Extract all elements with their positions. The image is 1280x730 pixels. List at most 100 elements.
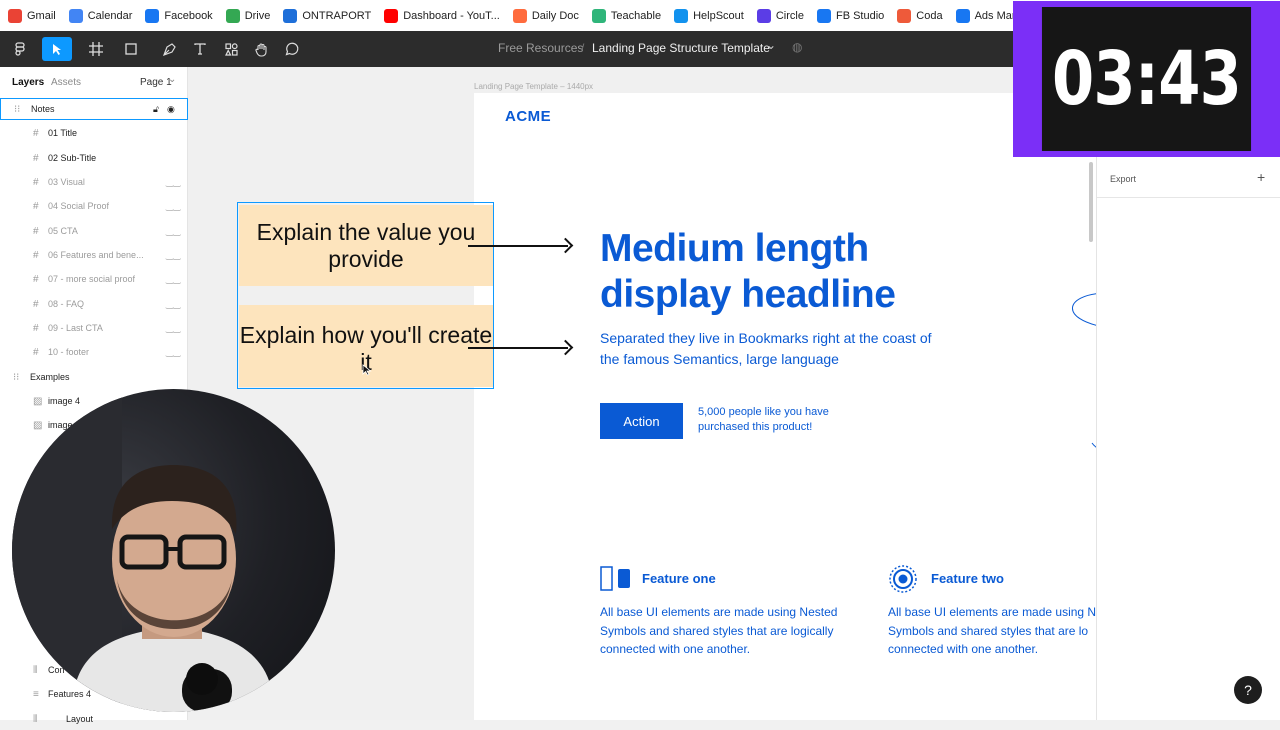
bookmark-label: Facebook [164,9,213,22]
help-button[interactable]: ? [1234,676,1262,704]
drive-icon [225,8,240,23]
design-panel: Export + [1089,67,1280,720]
frame-icon: # [33,273,39,285]
layer-row[interactable]: #05 CTA ‿‿ [0,220,188,242]
layer-label: 01 Title [48,128,78,138]
layer-row[interactable]: ⁝⁝ Examples [0,366,188,388]
pen-icon [162,42,176,56]
layer-row[interactable]: #01 Title [0,122,188,144]
hidden-eye-icon[interactable]: ‿‿ [166,177,180,188]
bookmark-2[interactable]: Facebook [145,8,213,23]
resources-tool-button[interactable] [220,37,242,61]
main-menu-button[interactable] [6,37,34,61]
frame-icon: # [33,322,39,334]
group-icon: ⁝⁝ [14,103,21,115]
layer-row[interactable]: #10 - footer ‿‿ [0,341,188,363]
bookmark-8[interactable]: HelpScout [674,8,744,23]
bookmark-1[interactable]: Calendar [68,8,132,23]
bookmark-9[interactable]: Circle [756,8,804,23]
frame-icon [89,42,103,56]
layer-row[interactable]: #04 Social Proof ‿‿ [0,195,188,217]
bookmark-10[interactable]: FB Studio [816,8,885,23]
hand-icon [254,42,267,57]
action-button[interactable]: Action [600,403,683,439]
move-tool-button[interactable] [42,37,72,61]
comment-tool-button[interactable] [280,37,302,61]
unlock-icon[interactable]: 🔓︎ [153,104,159,115]
bookmark-7[interactable]: Teachable [591,8,662,23]
frame-tool-button[interactable] [82,37,110,61]
layer-label: Layout [66,714,94,724]
layer-row[interactable]: ⁝⁝ Notes 🔓︎ ◉ [0,98,188,120]
hidden-eye-icon[interactable]: ‿‿ [166,323,180,334]
layer-label: 09 - Last CTA [48,323,103,333]
layer-label: image 4 [48,396,81,406]
bookmark-label: FB Studio [835,9,885,22]
bookmark-0[interactable]: Gmail [8,8,56,23]
layer-row[interactable]: #02 Sub-Title [0,147,188,169]
breadcrumb-separator: / [581,41,585,55]
figma-logo-icon [15,42,25,56]
bookmark-11[interactable]: Coda [897,8,943,23]
coda-icon [897,8,912,23]
tab-layers[interactable]: Layers [12,77,44,88]
acme-logo: ACME [505,108,552,125]
bookmark-4[interactable]: ONTRAPORT [283,8,371,23]
hidden-eye-icon[interactable]: ‿‿ [166,299,180,310]
pen-tool-button[interactable] [154,37,184,61]
bookmark-6[interactable]: Daily Doc [512,8,579,23]
shape-tool-button[interactable] [116,37,146,61]
hidden-eye-icon[interactable]: ‿‿ [166,226,180,237]
chevron-down-icon[interactable]: ⌄ [766,38,776,52]
hand-tool-button[interactable] [250,37,272,61]
rectangle-icon [125,43,137,55]
layer-row[interactable]: #06 Features and bene... ‿‿ [0,244,188,266]
frame-icon: # [33,152,39,164]
comment-icon [285,42,298,55]
resources-icon [224,42,238,56]
frame-icon: # [33,346,39,358]
page-selector[interactable]: Page 1 [140,77,172,88]
frame-icon: # [33,225,39,237]
chevron-down-icon[interactable]: ⌄ [168,74,176,85]
canvas-vertical-scrollbar[interactable] [1089,162,1093,242]
autolayout-icon: ⦀ [33,713,38,725]
bookmark-3[interactable]: Drive [225,8,270,23]
layer-row[interactable]: #08 - FAQ ‿‿ [0,293,188,315]
layer-row[interactable]: #09 - Last CTA ‿‿ [0,317,188,339]
layer-label: 02 Sub-Title [48,153,97,163]
layer-row[interactable]: #03 Visual ‿‿ [0,171,188,193]
landing-page-frame[interactable]: ACME Medium length display headline Sepa… [474,93,1096,720]
text-icon [194,43,206,55]
ontraport-icon [283,8,298,23]
layer-label: Features 4 [48,689,92,699]
hidden-eye-icon[interactable]: ‿‿ [166,250,180,261]
breadcrumb-parent[interactable]: Free Resources [498,41,583,55]
dailydoc-icon [512,8,527,23]
feature-two-body-text: All base UI elements are made using N Sy… [888,605,1096,656]
bookmark-label: Teachable [610,9,662,22]
bookmark-label: Gmail [27,9,56,22]
export-section-label: Export [1110,174,1137,184]
design-canvas[interactable]: Landing Page Template – 1440px ACME Medi… [188,67,1096,720]
note-value[interactable]: Explain the value you provide [239,205,493,286]
tab-assets[interactable]: Assets [51,77,81,88]
file-title[interactable]: Landing Page Structure Template [592,41,770,55]
frame-label[interactable]: Landing Page Template – 1440px [474,82,593,91]
bookmark-5[interactable]: Dashboard - YouT... [384,8,500,23]
timer-overlay: 03:43 [1013,1,1280,157]
feature-two-title: Feature two [931,571,1004,586]
text-tool-button[interactable] [190,37,210,61]
eye-icon[interactable]: ◉ [167,104,175,115]
add-export-icon[interactable]: + [1257,169,1265,185]
image-icon: ▨ [33,419,43,431]
youtube-icon [384,8,399,23]
hidden-eye-icon[interactable]: ‿‿ [166,201,180,212]
arrow-line-2 [468,347,568,349]
social-proof-text: 5,000 people like you have purchased thi… [698,406,829,433]
globe-icon[interactable]: ◍ [792,40,802,54]
bookmark-label: HelpScout [693,9,744,22]
hidden-eye-icon[interactable]: ‿‿ [166,347,180,358]
layer-row[interactable]: #07 - more social proof ‿‿ [0,268,188,290]
hidden-eye-icon[interactable]: ‿‿ [166,274,180,285]
